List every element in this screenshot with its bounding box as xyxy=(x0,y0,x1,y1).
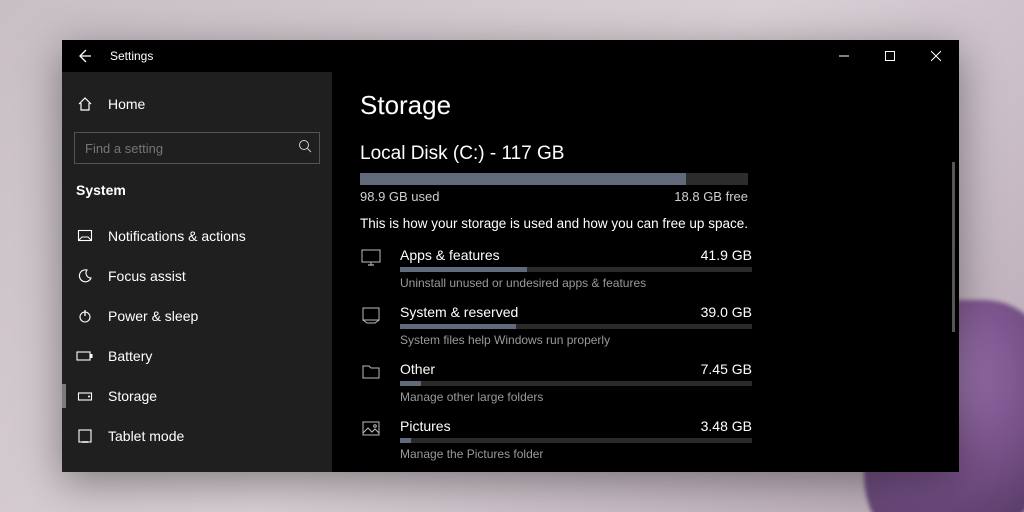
sidebar-item-label: Focus assist xyxy=(108,268,186,284)
pictures-icon xyxy=(360,418,382,438)
home-icon xyxy=(76,96,94,112)
titlebar: Settings xyxy=(62,40,959,72)
disk-used-label: 98.9 GB used xyxy=(360,189,440,204)
sidebar-item-notifications[interactable]: Notifications & actions xyxy=(62,216,332,256)
sidebar-item-label: Battery xyxy=(108,348,152,364)
power-icon xyxy=(76,308,94,324)
scrollbar[interactable] xyxy=(952,162,955,332)
disk-usage-fill xyxy=(360,173,686,185)
category-apps-features[interactable]: Apps & features 41.9 GB Uninstall unused… xyxy=(360,247,931,290)
sidebar-item-storage[interactable]: Storage xyxy=(62,376,332,416)
category-bar-fill xyxy=(400,381,421,386)
category-desc: Manage the Pictures folder xyxy=(400,447,752,461)
disk-free-label: 18.8 GB free xyxy=(674,189,748,204)
category-size: 39.0 GB xyxy=(701,304,752,320)
sidebar-home[interactable]: Home xyxy=(62,84,332,124)
storage-icon xyxy=(76,388,94,404)
disk-title: Local Disk (C:) - 117 GB xyxy=(360,143,931,165)
category-bar-fill xyxy=(400,267,527,272)
moon-icon xyxy=(76,268,94,284)
content-area: Storage Local Disk (C:) - 117 GB 98.9 GB… xyxy=(332,72,959,472)
tablet-icon xyxy=(76,428,94,444)
sidebar-item-tablet-mode[interactable]: Tablet mode xyxy=(62,416,332,456)
battery-icon xyxy=(76,348,94,364)
category-name: Apps & features xyxy=(400,247,500,263)
folder-icon xyxy=(360,361,382,381)
storage-description: This is how your storage is used and how… xyxy=(360,216,931,231)
category-desc: System files help Windows run properly xyxy=(400,333,752,347)
close-button[interactable] xyxy=(913,40,959,72)
sidebar-item-label: Tablet mode xyxy=(108,428,184,444)
search-input[interactable] xyxy=(74,132,320,164)
category-desc: Uninstall unused or undesired apps & fea… xyxy=(400,276,752,290)
sidebar-section-heading: System xyxy=(62,178,332,216)
window-title: Settings xyxy=(106,49,153,63)
category-name: System & reserved xyxy=(400,304,518,320)
sidebar-item-label: Storage xyxy=(108,388,157,404)
sidebar-item-label: Notifications & actions xyxy=(108,228,246,244)
category-name: Pictures xyxy=(400,418,451,434)
back-arrow-icon xyxy=(76,48,92,64)
sidebar-item-power-sleep[interactable]: Power & sleep xyxy=(62,296,332,336)
category-size: 7.45 GB xyxy=(701,361,752,377)
back-button[interactable] xyxy=(62,40,106,72)
disk-usage-bar xyxy=(360,173,748,185)
category-bar-fill xyxy=(400,438,411,443)
page-title: Storage xyxy=(360,90,931,121)
close-icon xyxy=(931,51,941,61)
maximize-button[interactable] xyxy=(867,40,913,72)
disk-usage-free xyxy=(686,173,748,185)
sidebar-item-battery[interactable]: Battery xyxy=(62,336,332,376)
category-name: Other xyxy=(400,361,435,377)
category-size: 3.48 GB xyxy=(701,418,752,434)
category-pictures[interactable]: Pictures 3.48 GB Manage the Pictures fol… xyxy=(360,418,931,461)
notifications-icon xyxy=(76,228,94,244)
category-system-reserved[interactable]: System & reserved 39.0 GB System files h… xyxy=(360,304,931,347)
category-desc: Manage other large folders xyxy=(400,390,752,404)
search-icon xyxy=(298,139,312,153)
minimize-button[interactable] xyxy=(821,40,867,72)
category-bar-fill xyxy=(400,324,516,329)
sidebar-item-label: Power & sleep xyxy=(108,308,198,324)
sidebar-item-focus-assist[interactable]: Focus assist xyxy=(62,256,332,296)
settings-window: Settings Home System xyxy=(62,40,959,472)
system-icon xyxy=(360,304,382,324)
maximize-icon xyxy=(885,51,895,61)
category-size: 41.9 GB xyxy=(701,247,752,263)
sidebar-home-label: Home xyxy=(108,96,145,112)
sidebar: Home System Notifications & actions xyxy=(62,72,332,472)
category-other[interactable]: Other 7.45 GB Manage other large folders xyxy=(360,361,931,404)
apps-icon xyxy=(360,247,382,267)
minimize-icon xyxy=(839,51,849,61)
